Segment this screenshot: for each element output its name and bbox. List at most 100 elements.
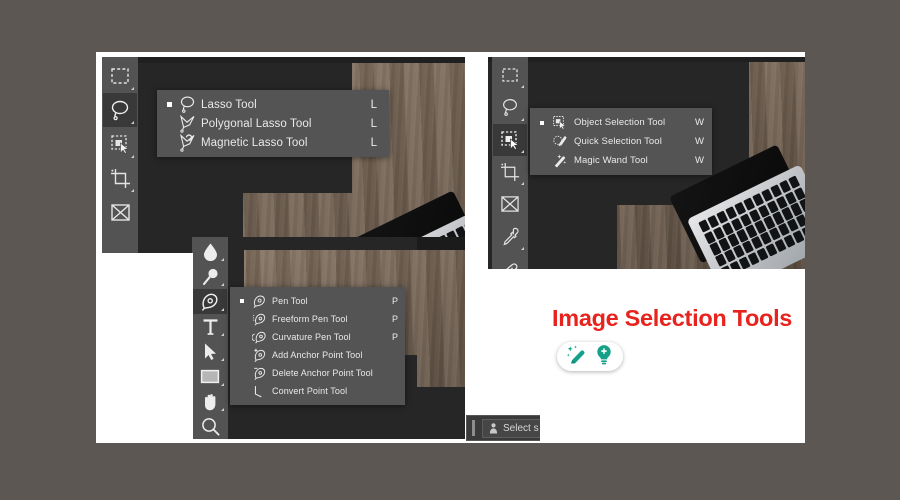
tool-dodge[interactable] [193,264,227,289]
tool-flyout-corner-icon [221,408,224,411]
tool-flyout-corner-icon [131,121,134,124]
menu-item-label: Quick Selection Tool [574,136,662,147]
toolbar-middle[interactable] [192,237,228,439]
freeform-pen-icon [248,312,270,327]
menu-item-label: Add Anchor Point Tool [272,350,363,360]
menu-item-object-selection-tool[interactable]: Object Selection Tool W [530,113,712,132]
tool-badge [557,342,623,371]
tool-lasso[interactable] [103,93,137,127]
menu-item-magic-wand-tool[interactable]: Magic Wand Tool W [530,151,712,170]
tool-object-selection[interactable] [103,127,137,161]
select-subject-button[interactable]: Select s [482,418,546,438]
tool-flyout-corner-icon [521,149,524,153]
magic-pencil-icon [566,344,587,370]
tool-blur[interactable] [193,239,227,264]
tool-flyout-corner-icon [221,383,224,386]
page-title: Image Selection Tools [552,305,793,331]
tool-flyout-corner-icon [521,182,524,186]
tool-flyout-corner-icon [221,358,224,361]
menu-item-label: Pen Tool [272,296,308,306]
canvas-dark-area [417,387,465,439]
tool-rectangular-marquee[interactable] [493,59,527,91]
menu-item-label: Object Selection Tool [574,117,666,128]
menu-item-curvature-pen-tool[interactable]: Curvature Pen Tool P [230,328,405,346]
menu-item-label: Lasso Tool [201,98,257,111]
polygonal-lasso-icon [175,114,199,133]
menu-item-shortcut: L [370,136,377,149]
menu-item-label: Polygonal Lasso Tool [201,117,312,130]
menu-item-label: Curvature Pen Tool [272,332,351,342]
tool-rectangular-marquee[interactable] [103,59,137,93]
tool-pen[interactable] [193,289,227,314]
convert-point-icon [248,384,270,399]
lasso-icon [175,95,199,114]
menu-item-label: Magnetic Lasso Tool [201,136,308,149]
tool-type[interactable] [193,314,227,339]
tool-flyout-corner-icon [521,246,524,250]
menu-item-label: Delete Anchor Point Tool [272,368,373,378]
canvas-top-edge [487,57,805,62]
tool-path-selection[interactable] [193,339,227,364]
toolbar-right[interactable] [492,57,528,285]
flyout-menu-lasso[interactable]: Lasso Tool L Polygonal Lasso Tool L Magn… [157,90,389,157]
menu-item-shortcut: L [370,98,377,111]
menu-item-magnetic-lasso-tool[interactable]: Magnetic Lasso Tool L [157,133,389,152]
tool-crop[interactable] [493,156,527,188]
menu-item-delete-anchor-point-tool[interactable]: Delete Anchor Point Tool [230,364,405,382]
menu-item-shortcut: P [391,296,398,306]
tool-flyout-corner-icon [521,117,524,121]
tool-crop[interactable] [103,161,137,195]
toolbar-left[interactable] [102,57,138,253]
magic-wand-icon [548,153,572,168]
menu-item-shortcut: L [370,117,377,130]
menu-item-pen-tool[interactable]: Pen Tool P [230,292,405,310]
tool-rectangle[interactable] [193,364,227,389]
menu-item-shortcut: W [695,117,704,128]
menu-item-shortcut: W [695,136,704,147]
menu-item-add-anchor-point-tool[interactable]: Add Anchor Point Tool [230,346,405,364]
tool-hand[interactable] [193,389,227,414]
menu-item-label: Convert Point Tool [272,386,348,396]
quick-selection-icon [548,134,572,149]
tool-flyout-corner-icon [131,87,134,90]
tool-flyout-corner-icon [221,308,224,311]
screenshot-stage: Select s Lasso Tool L Polygonal Lasso To… [0,0,900,500]
tool-frame[interactable] [103,195,137,229]
selected-marker-icon [536,120,548,125]
menu-item-polygonal-lasso-tool[interactable]: Polygonal Lasso Tool L [157,114,389,133]
object-selection-icon [548,115,572,130]
tool-zoom[interactable] [193,414,227,439]
panel-separator-gap [465,52,488,269]
options-bar-divider [472,420,475,436]
menu-item-freeform-pen-tool[interactable]: Freeform Pen Tool P [230,310,405,328]
tool-flyout-corner-icon [131,189,134,192]
flyout-menu-pen[interactable]: Pen Tool P Freeform Pen Tool P Curvature… [230,287,405,405]
flyout-menu-selection[interactable]: Object Selection Tool W Quick Selection … [530,108,712,175]
tool-lasso[interactable] [493,91,527,123]
curvature-pen-icon [248,330,270,345]
tool-flyout-corner-icon [131,155,134,158]
select-subject-label: Select s [503,422,539,434]
menu-item-lasso-tool[interactable]: Lasso Tool L [157,95,389,114]
menu-item-convert-point-tool[interactable]: Convert Point Tool [230,382,405,400]
menu-item-quick-selection-tool[interactable]: Quick Selection Tool W [530,132,712,151]
tool-flyout-corner-icon [221,283,224,286]
menu-item-label: Magic Wand Tool [574,155,648,166]
person-subject-icon [489,422,498,433]
menu-item-label: Freeform Pen Tool [272,314,348,324]
menu-item-shortcut: P [391,314,398,324]
tool-object-selection[interactable] [493,123,527,156]
delete-anchor-point-icon [248,366,270,381]
tool-flyout-corner-icon [221,333,224,336]
canvas-dark-area [417,237,465,250]
tool-frame[interactable] [493,188,527,220]
menu-item-shortcut: P [391,332,398,342]
selected-marker-icon [163,102,175,107]
canvas-top-edge [102,57,465,63]
page-white-area-left [96,253,193,443]
tool-eyedropper[interactable] [493,220,527,252]
selected-marker-icon [236,299,248,303]
caption-block: Image Selection Tools [540,269,805,443]
pen-icon [248,294,270,309]
tool-flyout-corner-icon [521,85,524,89]
